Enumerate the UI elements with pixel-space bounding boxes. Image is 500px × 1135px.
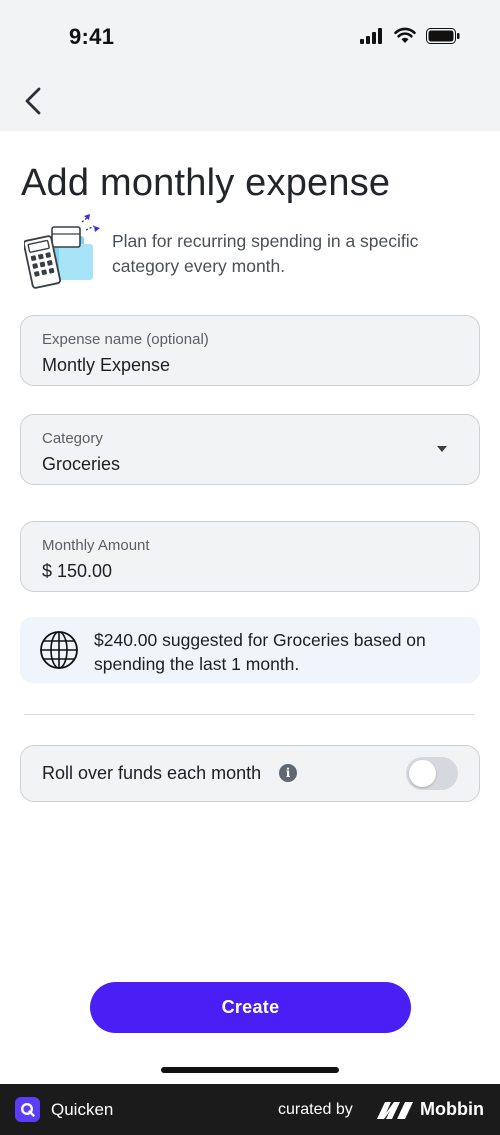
- rollover-label: Roll over funds each month: [42, 763, 262, 783]
- rollover-toggle[interactable]: [406, 757, 458, 790]
- footer-bar: Quicken curated by Mobbin: [0, 1084, 500, 1135]
- expense-name-label: Expense name (optional): [42, 331, 209, 348]
- info-icon[interactable]: i: [279, 764, 297, 782]
- caret-down-icon: [437, 446, 447, 452]
- suggestion-banner: $240.00 suggested for Groceries based on…: [20, 617, 480, 683]
- category-select[interactable]: Category Groceries: [20, 414, 480, 485]
- globe-icon: [39, 630, 79, 670]
- expense-name-input[interactable]: [42, 355, 442, 376]
- battery-icon: [426, 27, 460, 49]
- category-value: Groceries: [42, 454, 121, 474]
- monthly-amount-field[interactable]: Monthly Amount: [20, 521, 480, 592]
- suggestion-text: $240.00 suggested for Groceries based on…: [94, 630, 426, 674]
- toggle-knob: [409, 760, 436, 787]
- home-indicator: [161, 1067, 339, 1073]
- rollover-row: Roll over funds each month i: [20, 745, 480, 802]
- top-bar: 9:41: [0, 0, 500, 131]
- intro-text: Plan for recurring spending in a specifi…: [112, 231, 419, 276]
- category-label: Category: [42, 430, 103, 447]
- mobbin-brand: Mobbin: [420, 1099, 484, 1119]
- chevron-left-icon: [24, 87, 42, 120]
- status-icons: [360, 27, 460, 49]
- app-name: Quicken: [51, 1100, 114, 1119]
- quicken-logo-icon: [15, 1097, 40, 1122]
- expense-name-field[interactable]: Expense name (optional): [20, 315, 480, 386]
- mobbin-logo-icon: [375, 1099, 415, 1121]
- status-time: 9:41: [69, 24, 115, 49]
- monthly-amount-input[interactable]: [42, 561, 442, 582]
- cellular-signal-icon: [360, 27, 384, 49]
- curated-by-text: curated by: [278, 1101, 353, 1118]
- back-button[interactable]: [18, 86, 48, 120]
- monthly-amount-label: Monthly Amount: [42, 537, 150, 554]
- wifi-icon: [394, 27, 416, 49]
- page-title: Add monthly expense: [21, 162, 391, 204]
- divider: [24, 714, 475, 715]
- create-button[interactable]: Create: [90, 982, 411, 1033]
- calculator-illustration-icon: [22, 214, 102, 292]
